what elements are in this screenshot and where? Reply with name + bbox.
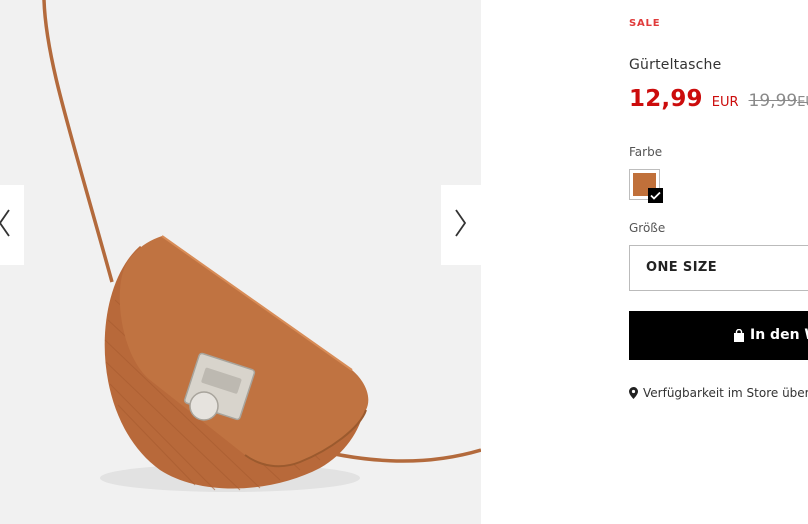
original-price-currency: EUR <box>797 95 808 110</box>
chevron-right-icon <box>454 208 468 242</box>
product-info-panel: SALE Gürteltasche 12,99 EUR 19,99 EUR Fa… <box>629 0 808 524</box>
shopping-bag-icon <box>733 329 745 342</box>
sale-badge: SALE <box>629 18 661 29</box>
size-label: Größe <box>629 221 666 235</box>
color-swatch-selected[interactable] <box>629 169 663 203</box>
current-price-currency: EUR <box>711 95 739 110</box>
map-pin-icon <box>629 387 638 399</box>
product-title: Gürteltasche <box>629 57 722 73</box>
product-image-gallery <box>0 0 481 524</box>
store-availability-label: Verfügbarkeit im Store überprüfen <box>643 386 808 400</box>
size-select[interactable]: ONE SIZE <box>629 245 808 291</box>
original-price: 19,99 <box>748 91 798 111</box>
store-availability-link[interactable]: Verfügbarkeit im Store überprüfen <box>629 386 808 400</box>
gallery-prev-button[interactable] <box>0 185 24 265</box>
current-price: 12,99 <box>629 86 703 112</box>
chevron-left-icon <box>0 208 11 242</box>
gallery-next-button[interactable] <box>441 185 481 265</box>
price-row: 12,99 EUR 19,99 EUR <box>629 86 808 112</box>
add-to-cart-label: In den Warenkorb <box>750 327 808 343</box>
add-to-cart-button[interactable]: In den Warenkorb <box>629 311 808 360</box>
color-label: Farbe <box>629 145 663 159</box>
check-icon <box>648 188 663 203</box>
product-photo <box>42 0 481 492</box>
